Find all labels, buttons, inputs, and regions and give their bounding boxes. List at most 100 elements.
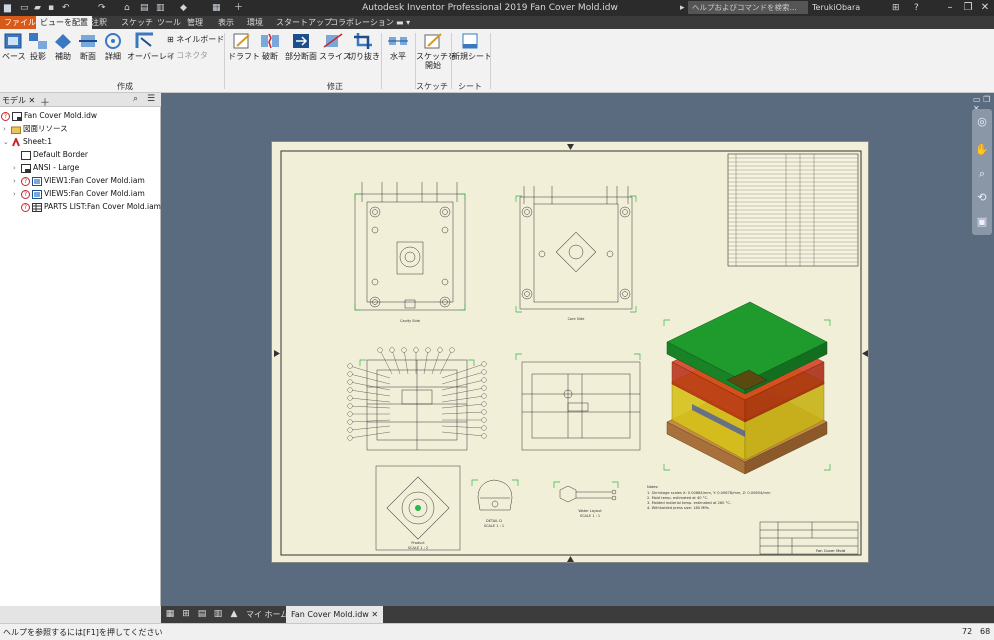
tab-fan-cover-mold[interactable]: Fan Cover Mold.idw ✕ bbox=[286, 606, 384, 623]
tab-environment[interactable]: 環境 bbox=[243, 16, 267, 29]
close-tab-icon[interactable]: ✕ bbox=[371, 610, 378, 619]
redo-icon[interactable]: ↷ bbox=[98, 2, 106, 14]
command-search-input[interactable]: ヘルプおよびコマンドを検索... bbox=[688, 1, 808, 14]
minimize-icon[interactable]: – bbox=[942, 1, 958, 15]
balloon[interactable] bbox=[347, 419, 353, 425]
balloon[interactable] bbox=[481, 425, 487, 431]
balloon[interactable] bbox=[347, 363, 353, 369]
projected-view-button[interactable]: 投影 bbox=[27, 32, 49, 72]
crop-button[interactable]: 切り抜き bbox=[348, 32, 380, 72]
measure-icon[interactable]: ◆ bbox=[180, 2, 187, 14]
browser-node-view5[interactable]: ›? VIEW5:Fan Cover Mold.iam bbox=[13, 188, 145, 200]
tab-file[interactable]: ファイル bbox=[0, 16, 40, 29]
base-view-button[interactable]: ベース bbox=[2, 32, 26, 72]
tab-view[interactable]: 表示 bbox=[214, 16, 238, 29]
user-account[interactable]: TerukiObara bbox=[812, 2, 860, 14]
add-tab-icon[interactable]: ＋ bbox=[40, 94, 50, 109]
restore-icon[interactable]: ❐ bbox=[960, 1, 976, 15]
balloon[interactable] bbox=[437, 347, 443, 353]
water-layout-view[interactable] bbox=[559, 485, 617, 503]
balloon[interactable] bbox=[347, 411, 353, 417]
balloon[interactable] bbox=[481, 369, 487, 375]
expand-icon[interactable]: ▸ bbox=[680, 2, 685, 14]
expand-icon[interactable]: › bbox=[3, 123, 11, 135]
expand-icon[interactable]: › bbox=[13, 188, 21, 200]
browser-node-document[interactable]: ? Fan Cover Mold.idw bbox=[1, 110, 97, 122]
isometric-mold-view[interactable] bbox=[666, 301, 828, 475]
browser-node-title-block[interactable]: › ANSI - Large bbox=[13, 162, 79, 174]
zoom-icon[interactable]: ⌕ bbox=[975, 167, 989, 181]
balloon[interactable] bbox=[347, 403, 353, 409]
tab-place-views[interactable]: ビューを配置 bbox=[36, 16, 92, 29]
tab-sketch[interactable]: スケッチ bbox=[117, 16, 157, 29]
balloon[interactable] bbox=[347, 427, 353, 433]
side-elevation-view[interactable] bbox=[521, 361, 641, 451]
balloon[interactable] bbox=[481, 393, 487, 399]
home-icon[interactable]: ⌂ bbox=[124, 2, 130, 14]
browser-menu-icon[interactable]: ☰ bbox=[147, 94, 155, 104]
balloon[interactable] bbox=[347, 371, 353, 377]
balloon[interactable] bbox=[481, 377, 487, 383]
balloon[interactable] bbox=[425, 347, 431, 353]
collapse-icon[interactable]: ⌄ bbox=[3, 136, 11, 148]
cavity-side-view[interactable] bbox=[354, 182, 466, 311]
drawing-sheet[interactable]: Cavity Side Core Side Product SCALE 1: … bbox=[271, 141, 869, 563]
search-icon[interactable]: ⌕ bbox=[133, 94, 138, 104]
slice-button[interactable]: スライス bbox=[319, 32, 351, 72]
tab-extra-dropdown-icon[interactable]: ▬ ▾ bbox=[392, 16, 414, 29]
balloon[interactable] bbox=[347, 435, 353, 441]
overlay-view-button[interactable]: オーバーレイ bbox=[127, 32, 175, 72]
expand-icon[interactable]: › bbox=[13, 175, 21, 187]
auxiliary-view-button[interactable]: 補助 bbox=[52, 32, 74, 72]
browser-tab-model[interactable]: モデル ✕ bbox=[2, 95, 35, 106]
plus-icon[interactable]: ＋ bbox=[234, 2, 243, 14]
section-view-button[interactable]: 断面 bbox=[77, 32, 99, 72]
new-file-icon[interactable]: ▭ bbox=[20, 2, 29, 14]
arrange-horizontal-icon[interactable]: ▤ bbox=[196, 609, 208, 620]
tab-annotate[interactable]: 注釈 bbox=[87, 16, 111, 29]
orbit-icon[interactable]: ⟲ bbox=[975, 191, 989, 205]
break-button[interactable]: 破断 bbox=[258, 32, 282, 72]
drawing-notes[interactable]: Notes: 1. Shrinkage scales X: 0.00684/mm… bbox=[647, 485, 771, 510]
balloon[interactable] bbox=[377, 347, 383, 353]
update-icon[interactable]: ▤ bbox=[140, 2, 149, 14]
parts-list-table[interactable] bbox=[727, 153, 859, 267]
browser-node-default-border[interactable]: Default Border bbox=[21, 149, 88, 161]
balloon[interactable] bbox=[347, 395, 353, 401]
new-sheet-button[interactable]: 新規シート bbox=[452, 32, 492, 72]
balloon[interactable] bbox=[449, 347, 455, 353]
balloon[interactable] bbox=[347, 379, 353, 385]
tile-windows-icon[interactable]: ▦ bbox=[164, 609, 176, 620]
graphics-window[interactable]: ▭ ❐ ✕ ◎ ✋ ⌕ ⟲ ▣ bbox=[161, 93, 994, 606]
detail-view[interactable] bbox=[477, 479, 513, 511]
balloon[interactable] bbox=[413, 347, 419, 353]
undo-icon[interactable]: ↶ bbox=[62, 2, 70, 14]
balloon[interactable] bbox=[401, 347, 407, 353]
look-at-icon[interactable]: ▣ bbox=[975, 215, 989, 229]
tab-tools[interactable]: ツール bbox=[153, 16, 185, 29]
cart-icon[interactable]: ⊞ bbox=[892, 2, 900, 14]
product-view[interactable] bbox=[375, 465, 461, 551]
nailboard-button[interactable]: ⊞ ネイルボード bbox=[167, 34, 224, 45]
balloon[interactable] bbox=[481, 409, 487, 415]
arrange-vertical-icon[interactable]: ▥ bbox=[212, 609, 224, 620]
excel-icon[interactable]: ▦ bbox=[212, 2, 221, 14]
browser-node-parts-list[interactable]: ? PARTS LIST:Fan Cover Mold.iam bbox=[21, 201, 161, 213]
break-out-button[interactable]: 部分断面 bbox=[284, 32, 318, 72]
expand-icon[interactable]: › bbox=[13, 162, 21, 174]
tab-collaborate[interactable]: コラボレーション bbox=[326, 16, 398, 29]
browser-node-view1[interactable]: ›? VIEW1:Fan Cover Mold.iam bbox=[13, 175, 145, 187]
close-icon[interactable]: ✕ bbox=[977, 1, 993, 15]
cascade-icon[interactable]: ⊞ bbox=[180, 609, 192, 620]
balloon[interactable] bbox=[481, 433, 487, 439]
balloon[interactable] bbox=[481, 385, 487, 391]
help-icon[interactable]: ? bbox=[914, 2, 919, 14]
app-menu-icon[interactable]: ▆ bbox=[4, 2, 11, 14]
balloon[interactable] bbox=[481, 417, 487, 423]
balloon[interactable] bbox=[389, 347, 395, 353]
browser-node-sheet[interactable]: ⌄ Sheet:1 bbox=[3, 136, 52, 148]
connector-button[interactable]: ⊡ コネクタ bbox=[167, 50, 208, 61]
tab-list-icon[interactable]: ▲ bbox=[228, 609, 240, 620]
balloon[interactable] bbox=[481, 401, 487, 407]
start-sketch-button[interactable]: スケッチを 開始 bbox=[416, 32, 456, 72]
